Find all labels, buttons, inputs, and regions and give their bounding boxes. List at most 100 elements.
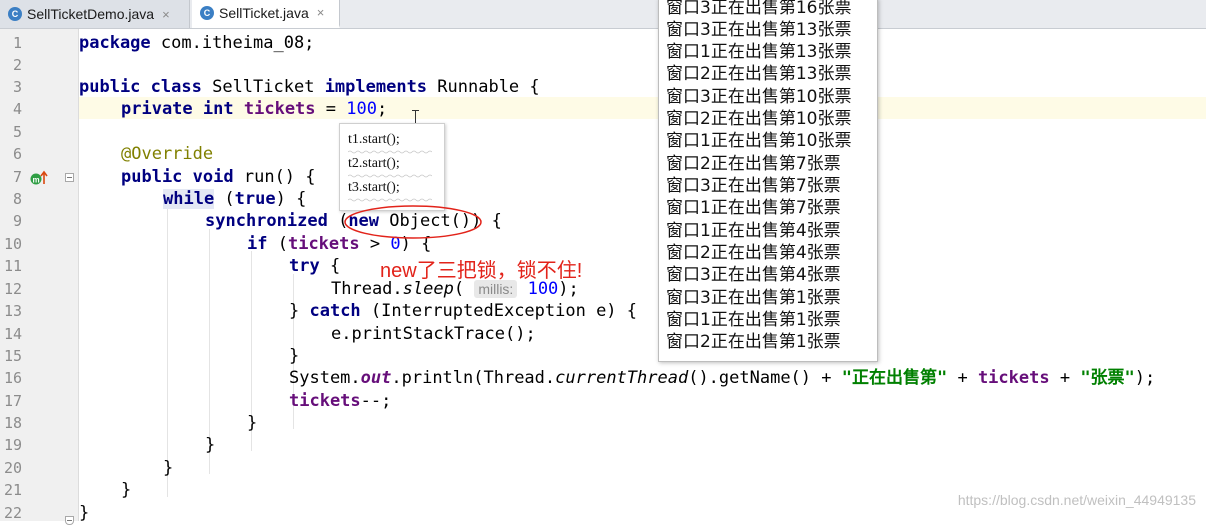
code-text: = <box>315 99 347 119</box>
line-number: 3 <box>12 78 22 96</box>
code-text: } <box>289 346 300 366</box>
override-method-icon[interactable]: m <box>30 170 48 186</box>
code-text: .println(Thread. <box>391 368 556 388</box>
console-line: 窗口2正在出售第10张票 <box>666 109 852 129</box>
line-number-gutter: 1 2 3 4 5 6 7 8 9 10 11 12 13 14 15 16 1… <box>0 29 79 525</box>
line-number: 17 <box>3 392 22 410</box>
line-number: 1 <box>12 34 22 52</box>
keyword: true <box>234 189 276 209</box>
class-c-icon: C <box>200 5 214 20</box>
number-literal: 100 <box>346 99 377 119</box>
code-line-16: System.out.println(Thread.currentThread(… <box>289 367 1155 389</box>
code-text: } <box>163 458 174 478</box>
code-text: { <box>319 256 341 276</box>
line-number: 19 <box>3 436 22 454</box>
line-number: 6 <box>12 145 22 163</box>
editor-tab-bar: C SellTicketDemo.java × C SellTicket.jav… <box>0 0 1206 29</box>
fold-marker[interactable] <box>65 173 74 182</box>
line-number: 20 <box>3 459 22 477</box>
keyword: private <box>121 99 193 119</box>
watermark: https://blog.csdn.net/weixin_44949135 <box>957 492 1196 508</box>
code-text: ().getName() + <box>688 368 842 388</box>
console-line: 窗口1正在出售第7张票 <box>666 198 841 218</box>
close-icon[interactable]: × <box>162 7 170 22</box>
method-name: currentThread <box>555 368 689 388</box>
code-text: } <box>205 435 216 455</box>
code-text: } <box>79 503 90 523</box>
code-text: ; <box>376 99 388 119</box>
keyword: if <box>247 234 268 254</box>
highlight-ellipse <box>344 205 482 239</box>
code-line-7: public void run() { <box>121 166 316 188</box>
code-text: --; <box>360 391 392 411</box>
code-line-18: } <box>247 412 257 434</box>
code-line-8: while (true) { <box>163 188 306 210</box>
line-number: 21 <box>3 481 22 499</box>
spellcheck-underline <box>348 174 432 178</box>
keyword: implements <box>324 77 428 97</box>
console-line: 窗口3正在出售第16张票 <box>666 0 852 18</box>
line-number: 11 <box>3 257 22 275</box>
popup-line: t3.start(); <box>348 180 400 195</box>
keyword: int <box>202 99 234 119</box>
code-text: } <box>121 480 132 500</box>
spellcheck-underline <box>348 150 432 154</box>
code-line-6: @Override <box>121 143 213 165</box>
field-name: out <box>360 368 392 388</box>
field-name: tickets <box>243 99 316 119</box>
code-line-17: tickets--; <box>289 390 391 412</box>
class-c-icon: C <box>8 7 22 21</box>
thread-start-popup: t1.start(); t2.start(); t3.start(); <box>339 123 445 211</box>
line-number: 10 <box>3 235 22 253</box>
tab-label: SellTicketDemo.java <box>27 6 155 22</box>
console-output-panel: 窗口3正在出售第16张票 窗口3正在出售第13张票 窗口1正在出售第13张票 窗… <box>658 0 878 362</box>
line-number: 18 <box>3 414 22 432</box>
console-line: 窗口3正在出售第10张票 <box>666 87 852 107</box>
code-editor[interactable]: package com.itheima_08; public class Sel… <box>79 29 1206 523</box>
console-line: 窗口2正在出售第13张票 <box>666 64 852 84</box>
code-text: e.printStackTrace(); <box>331 324 536 344</box>
class-name: SellTicket <box>201 77 325 97</box>
keyword: synchronized <box>205 211 328 231</box>
console-line: 窗口1正在出售第4张票 <box>666 221 841 241</box>
code-line-21: } <box>121 479 131 501</box>
line-number: 9 <box>12 212 22 230</box>
code-line-19: } <box>205 434 215 456</box>
spellcheck-underline <box>348 198 432 202</box>
keyword: try <box>289 256 320 276</box>
line-number: 14 <box>3 325 22 343</box>
code-line-14: e.printStackTrace(); <box>331 323 536 345</box>
console-line: 窗口3正在出售第1张票 <box>666 288 841 308</box>
code-text: (InterruptedException e) { <box>360 301 638 321</box>
keyword: while <box>163 189 215 209</box>
line-number: 5 <box>12 123 22 141</box>
line-number: 2 <box>12 56 22 74</box>
tab-sellticketdemo[interactable]: C SellTicketDemo.java × <box>0 0 190 28</box>
console-line: 窗口3正在出售第4张票 <box>666 265 841 285</box>
field-name: tickets <box>289 391 361 411</box>
code-text: System. <box>289 368 361 388</box>
console-line: 窗口3正在出售第7张票 <box>666 176 841 196</box>
indent-guide <box>167 207 168 497</box>
code-text: Runnable { <box>427 77 540 97</box>
console-line: 窗口3正在出售第13张票 <box>666 20 852 40</box>
popup-line: t2.start(); <box>348 156 400 171</box>
console-line: 窗口1正在出售第13张票 <box>666 42 852 62</box>
keyword: class <box>150 77 202 97</box>
code-text: com.itheima_08; <box>150 33 315 53</box>
line-number: 13 <box>3 302 22 320</box>
keyword: public <box>121 167 183 187</box>
annotation-text: new了三把锁，锁不住! <box>380 260 583 282</box>
string-literal: "正在出售第" <box>841 368 948 388</box>
code-text: ( <box>267 234 288 254</box>
annotation: @Override <box>121 144 214 164</box>
close-icon[interactable]: × <box>317 5 325 20</box>
popup-line: t1.start(); <box>348 132 400 147</box>
line-number: 7 <box>12 168 22 186</box>
text-cursor <box>412 110 419 124</box>
console-line: 窗口1正在出售第1张票 <box>666 310 841 330</box>
keyword: package <box>79 33 151 53</box>
tab-sellticket[interactable]: C SellTicket.java × <box>192 0 340 28</box>
tab-label: SellTicket.java <box>219 4 309 21</box>
line-number: 4 <box>12 100 22 118</box>
